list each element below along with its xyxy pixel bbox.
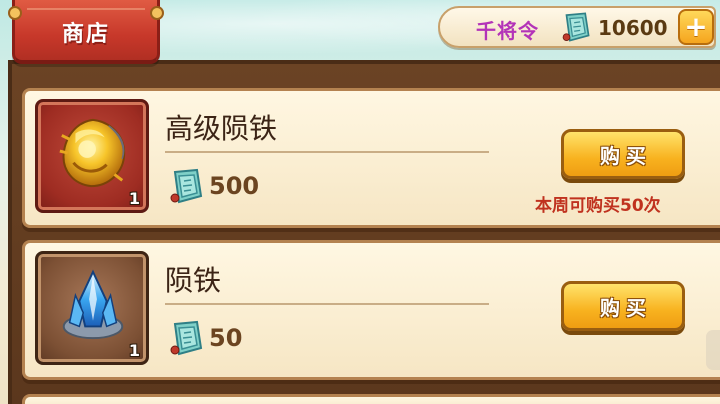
tab-corner-left-rivet (8, 6, 22, 20)
jade-token-icon (562, 12, 590, 42)
item-name: 陨铁 (165, 264, 222, 297)
item-slot[interactable]: 1 (35, 99, 149, 213)
divider (165, 151, 489, 153)
item-price: 50 (209, 324, 243, 352)
tab-corner-right-rivet (150, 6, 164, 20)
item-slot[interactable]: 1 (35, 251, 149, 365)
jade-token-icon (170, 168, 203, 204)
shop-item-card-partial (22, 394, 720, 404)
item-quantity: 1 (128, 341, 140, 360)
scroll-indicator[interactable] (706, 330, 720, 370)
divider (165, 303, 489, 305)
currency-amount: 10600 (598, 16, 668, 40)
shop-item-card: 1 高级陨铁 500 购买 本周可购买50次 (22, 88, 720, 228)
blue-meteor-iron-icon (62, 269, 124, 340)
item-price: 500 (209, 172, 260, 200)
item-quantity: 1 (128, 189, 140, 208)
add-currency-button[interactable]: + (678, 9, 714, 45)
purchase-limit-text: 本周可购买50次 (535, 196, 661, 216)
buy-button-label: 购买 (600, 143, 652, 168)
gold-meteor-iron-icon (59, 118, 126, 188)
jade-token-icon (170, 320, 203, 356)
plus-icon: + (684, 10, 708, 43)
tab-shop-label: 商店 (61, 22, 110, 47)
buy-button[interactable]: 购买 (561, 129, 685, 179)
tab-shop[interactable]: 商店 (8, 0, 164, 64)
buy-button-label: 购买 (600, 295, 652, 320)
item-name: 高级陨铁 (165, 112, 278, 145)
currency-name: 千将令 (476, 19, 539, 43)
currency-bar: 千将令 10600 + (438, 6, 716, 48)
shop-item-card: 1 陨铁 50 购买 (22, 240, 720, 380)
shop-screen: 商店 千将令 10600 + 1 高级陨铁 500 购买 本周可购买50次 1 … (0, 0, 720, 404)
buy-button[interactable]: 购买 (561, 281, 685, 331)
